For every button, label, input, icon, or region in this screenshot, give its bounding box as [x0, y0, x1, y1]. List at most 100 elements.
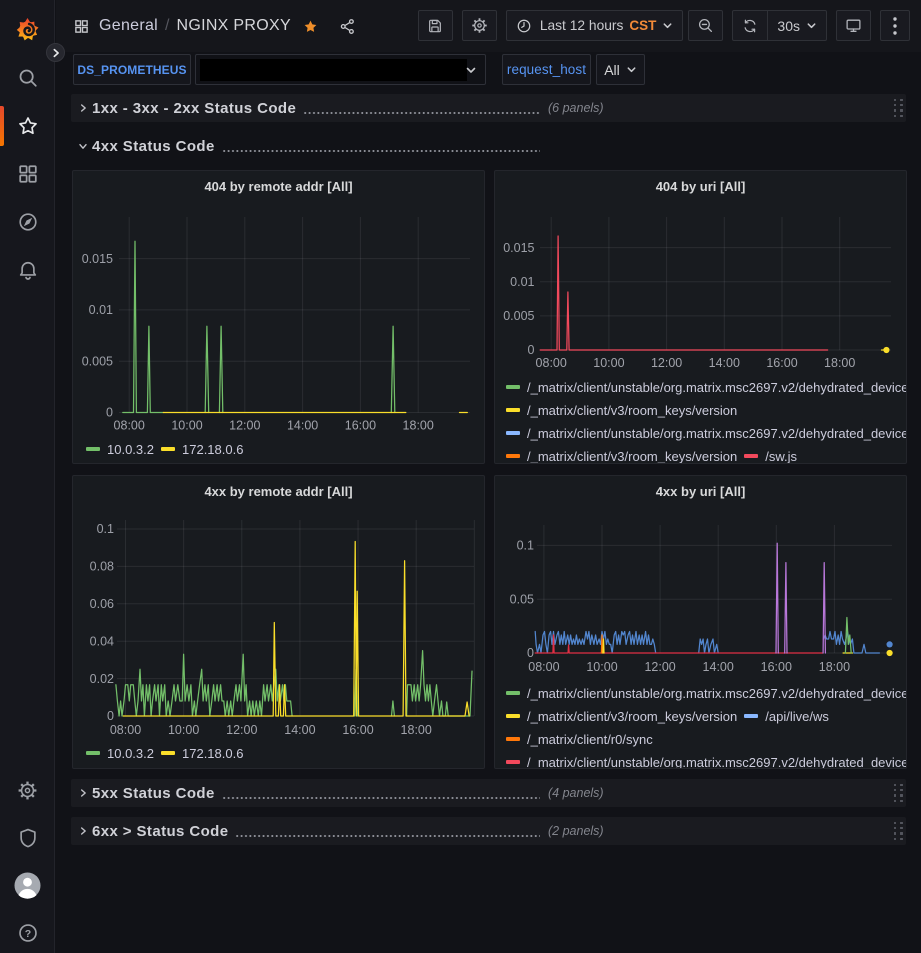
breadcrumb: General / NGINX PROXY — [74, 17, 356, 35]
shield-icon — [17, 827, 39, 849]
sidebar-item-profile[interactable] — [0, 865, 55, 905]
chart-legend: 10.0.3.2 172.18.0.6 — [86, 745, 250, 768]
sidebar-expand-button[interactable] — [46, 43, 65, 62]
sidebar-item-configuration[interactable] — [0, 770, 55, 810]
avatar — [14, 872, 41, 899]
sidebar-item-dashboards[interactable] — [0, 154, 55, 194]
more-options-button[interactable] — [880, 10, 910, 41]
sidebar-item-help[interactable]: ? — [0, 913, 55, 953]
share-icon[interactable] — [339, 18, 356, 35]
legend-item[interactable]: /_matrix/client/v3/room_keys/version — [506, 709, 737, 724]
row-5xx[interactable]: 5xx Status Code (4 panels) — [71, 779, 906, 807]
sidebar: ? — [0, 0, 55, 953]
help-icon: ? — [17, 922, 39, 944]
refresh-icon — [742, 18, 758, 34]
legend-item[interactable]: 172.18.0.6 — [161, 746, 243, 761]
chart-legend: /_matrix/client/unstable/org.matrix.msc2… — [506, 685, 907, 769]
timeseries-chart[interactable]: 00.020.040.060.080.108:0010:0012:0014:00… — [73, 476, 485, 769]
variable-label-ds-prometheus[interactable]: DS_PROMETHEUS — [73, 54, 191, 85]
legend-series-color — [506, 408, 520, 412]
row-panel-count: (6 panels) — [548, 101, 604, 115]
refresh-button[interactable] — [733, 11, 767, 40]
sidebar-item-starred[interactable] — [0, 106, 55, 146]
sidebar-item-server-admin[interactable] — [0, 818, 55, 858]
legend-series-label: /_matrix/client/v3/room_keys/version — [527, 709, 737, 724]
svg-text:08:00: 08:00 — [528, 660, 559, 674]
svg-text:14:00: 14:00 — [284, 723, 315, 737]
svg-text:14:00: 14:00 — [703, 660, 734, 674]
legend-series-color — [506, 737, 520, 741]
navbar: General / NGINX PROXY — [56, 0, 921, 52]
sidebar-item-explore[interactable] — [0, 202, 55, 242]
legend-series-color — [86, 447, 100, 451]
refresh-interval-dropdown[interactable]: 30s — [767, 11, 826, 40]
legend-item[interactable]: /_matrix/client/unstable/org.matrix.msc2… — [506, 686, 907, 701]
row-4xx[interactable]: 4xx Status Code — [71, 132, 906, 160]
legend-item[interactable]: 172.18.0.6 — [161, 442, 243, 457]
legend-series-label: /_matrix/client/unstable/org.matrix.msc2… — [527, 686, 907, 701]
variable-label-request-host[interactable]: request_host — [502, 54, 591, 85]
legend-item[interactable]: /_matrix/client/v3/room_keys/version — [506, 403, 737, 418]
legend-item[interactable]: /_matrix/client/unstable/org.matrix.msc2… — [506, 426, 907, 441]
svg-text:14:00: 14:00 — [709, 356, 740, 370]
legend-item[interactable]: /_matrix/client/unstable/org.matrix.msc2… — [506, 755, 907, 770]
timezone-label: CST — [629, 18, 656, 33]
legend-series-label: /api/live/ws — [765, 709, 829, 724]
row-6xx[interactable]: 6xx > Status Code (2 panels) — [71, 817, 906, 845]
chevron-right-icon — [78, 103, 88, 113]
row-title[interactable]: 5xx Status Code — [92, 785, 215, 802]
row-drag-handle[interactable] — [894, 99, 903, 117]
svg-text:0.015: 0.015 — [82, 252, 113, 266]
row-drag-handle[interactable] — [894, 784, 903, 802]
row-title[interactable]: 1xx - 3xx - 2xx Status Code — [92, 100, 296, 117]
legend-item[interactable]: /_matrix/client/r0/sync — [506, 732, 653, 747]
svg-text:0.08: 0.08 — [90, 560, 114, 574]
svg-text:0.02: 0.02 — [90, 672, 114, 686]
time-picker-button[interactable]: Last 12 hours CST — [506, 10, 684, 41]
sidebar-item-alerting[interactable] — [0, 250, 55, 290]
svg-text:18:00: 18:00 — [824, 356, 855, 370]
svg-text:12:00: 12:00 — [651, 356, 682, 370]
legend-series-color — [506, 385, 520, 389]
svg-text:0.06: 0.06 — [90, 597, 114, 611]
svg-text:14:00: 14:00 — [287, 419, 318, 433]
legend-item[interactable]: 10.0.3.2 — [86, 442, 154, 457]
svg-text:0.015: 0.015 — [503, 241, 534, 255]
row-dotted-leader — [303, 111, 540, 115]
legend-series-label: /_matrix/client/unstable/org.matrix.msc2… — [527, 755, 907, 770]
favorite-star-icon[interactable] — [303, 19, 318, 34]
sidebar-item-search[interactable] — [0, 58, 55, 98]
legend-item[interactable]: 10.0.3.2 — [86, 746, 154, 761]
row-title[interactable]: 4xx Status Code — [92, 138, 215, 155]
legend-series-color — [506, 454, 520, 458]
legend-item[interactable]: /sw.js — [744, 449, 797, 464]
timeseries-chart[interactable]: 00.0050.010.01508:0010:0012:0014:0016:00… — [73, 171, 485, 464]
row-1xx-3xx-2xx[interactable]: 1xx - 3xx - 2xx Status Code (6 panels) — [71, 94, 906, 122]
cycle-view-button[interactable] — [836, 10, 871, 41]
legend-item[interactable]: /_matrix/client/unstable/org.matrix.msc2… — [506, 380, 907, 395]
clock-icon — [516, 18, 532, 34]
legend-item[interactable]: /api/live/ws — [744, 709, 829, 724]
save-dashboard-button[interactable] — [418, 10, 453, 41]
row-panel-count: (2 panels) — [548, 824, 604, 838]
svg-text:0.01: 0.01 — [89, 303, 113, 317]
grafana-logo[interactable] — [0, 10, 55, 48]
svg-text:08:00: 08:00 — [110, 723, 141, 737]
legend-series-color — [744, 714, 758, 718]
apps-icon — [74, 19, 89, 34]
dashboard-settings-button[interactable] — [462, 10, 497, 41]
legend-series-color — [161, 751, 175, 755]
svg-text:10:00: 10:00 — [168, 723, 199, 737]
legend-item[interactable]: /_matrix/client/v3/room_keys/version — [506, 449, 737, 464]
datasource-select[interactable] — [195, 54, 486, 85]
row-title[interactable]: 6xx > Status Code — [92, 823, 228, 840]
zoom-out-button[interactable] — [688, 10, 723, 41]
breadcrumb-folder[interactable]: General — [99, 17, 158, 35]
row-dotted-leader — [235, 834, 540, 838]
svg-text:12:00: 12:00 — [229, 419, 260, 433]
row-drag-handle[interactable] — [894, 822, 903, 840]
variable-value-dropdown[interactable]: All — [596, 54, 645, 85]
legend-series-color — [744, 454, 758, 458]
panel-404-by-uri: 404 by uri [All] 00.0050.010.01508:0010:… — [494, 170, 907, 464]
svg-text:0: 0 — [107, 709, 114, 723]
